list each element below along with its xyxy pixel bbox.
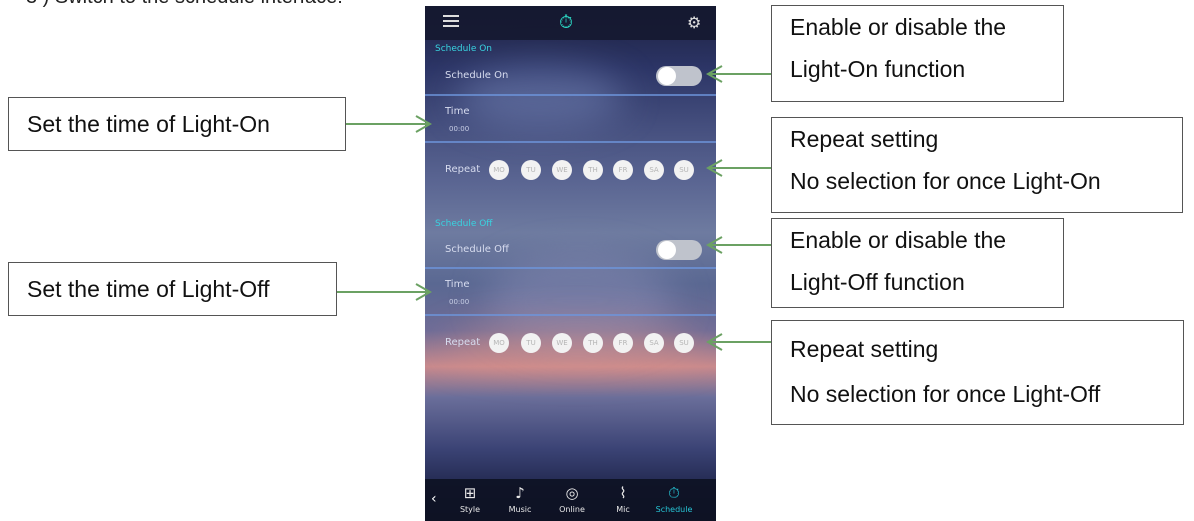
callout-arrows [337,65,771,351]
